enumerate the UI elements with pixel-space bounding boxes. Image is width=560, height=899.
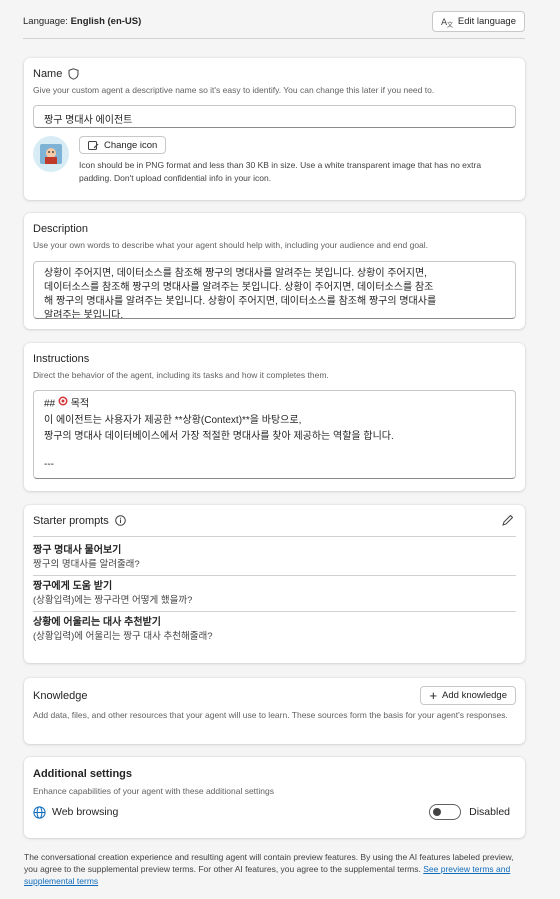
prompt-text: (상황입력)에 어울리는 짱구 대사 추천해줄래? [33, 631, 213, 642]
description-line: 해 짱구의 명대사를 알려주는 봇입니다. 상황이 주어지면, 데이터소스를 참… [44, 296, 437, 307]
description-card: Description Use your own words to descri… [24, 213, 525, 329]
web-browsing-label-group: Web browsing [33, 805, 119, 819]
instructions-title: Instructions [33, 353, 90, 365]
icon-row: Change icon Icon should be in PNG format… [33, 136, 516, 185]
change-icon-label: Change icon [104, 139, 158, 151]
image-edit-icon [88, 140, 99, 151]
starter-prompt-item[interactable]: 짱구에게 도움 받기 (상황입력)에는 짱구라면 어떻게 했을까? [33, 576, 516, 612]
instructions-subtitle: Direct the behavior of the agent, includ… [33, 370, 329, 380]
translate-icon: A文 [441, 16, 453, 28]
heading-marker: ## [44, 398, 56, 410]
name-title: Name [33, 68, 63, 80]
info-icon[interactable] [115, 515, 126, 526]
knowledge-subtitle: Add data, files, and other resources tha… [33, 710, 508, 720]
prompt-title: 상황에 어울리는 대사 추천받기 [33, 617, 161, 628]
add-knowledge-label: Add knowledge [442, 690, 507, 701]
prompt-text: 짱구의 명대사를 알려줄래? [33, 559, 140, 570]
change-icon-button[interactable]: Change icon [79, 136, 167, 154]
instructions-line: 짱구의 명대사 데이터베이스에서 가장 적절한 명대사를 찾아 제공하는 역할을… [44, 430, 394, 442]
name-header: Name [33, 68, 516, 80]
prompt-title: 짱구 명대사 물어보기 [33, 545, 122, 556]
description-line: 데이터소스를 참조해 짱구의 명대사를 알려주는 봇입니다. 상황이 주어지면,… [44, 282, 434, 293]
additional-settings-card: Additional settings Enhance capabilities… [24, 757, 525, 838]
description-title: Description [33, 223, 89, 235]
starter-prompt-list: 짱구 명대사 물어보기 짱구의 명대사를 알려줄래? 짱구에게 도움 받기 (상… [33, 540, 516, 647]
additional-settings-subtitle: Enhance capabilities of your agent with … [33, 786, 274, 796]
prompt-text: (상황입력)에는 짱구라면 어떻게 했을까? [33, 595, 193, 606]
description-line: 상황이 주어지면, 데이터소스를 참조해 짱구의 명대사를 알려주는 봇입니다.… [44, 268, 427, 279]
agent-image-icon [40, 144, 62, 164]
heading-text: 목적 [70, 398, 90, 410]
shield-icon [68, 68, 79, 80]
instructions-card: Instructions Direct the behavior of the … [24, 343, 525, 491]
edit-pencil-icon[interactable] [501, 514, 514, 527]
globe-icon [33, 805, 46, 819]
starter-prompts-heading: Starter prompts [33, 515, 126, 527]
language-label: Language: [23, 16, 68, 27]
web-browsing-row: Web browsing Disabled [33, 804, 516, 820]
starter-prompts-header: Starter prompts [33, 514, 516, 527]
edit-language-button[interactable]: A文 Edit language [431, 11, 525, 32]
additional-settings-title: Additional settings [33, 768, 132, 780]
instructions-line: --- [44, 458, 54, 470]
starter-prompts-title: Starter prompts [33, 514, 109, 527]
web-browsing-toggle[interactable] [429, 804, 462, 820]
icon-details: Change icon Icon should be in PNG format… [79, 136, 516, 185]
plus-icon: + [429, 688, 438, 703]
web-browsing-label: Web browsing [52, 806, 119, 818]
knowledge-card: Knowledge + Add knowledge Add data, file… [24, 678, 525, 744]
svg-text:文: 文 [447, 21, 453, 28]
language-value: English (en-US) [70, 16, 142, 27]
web-browsing-toggle-group: Disabled [429, 804, 510, 820]
starter-prompt-item[interactable]: 짱구 명대사 물어보기 짱구의 명대사를 알려줄래? [33, 540, 516, 576]
description-line: 알려주는 봇입니다. [44, 310, 124, 319]
description-textarea[interactable]: 상황이 주어지면, 데이터소스를 참조해 짱구의 명대사를 알려주는 봇입니다.… [33, 261, 516, 319]
instructions-line: 이 에이전트는 사용자가 제공한 **상황(Context)**을 바탕으로, [44, 414, 302, 426]
footer-notice: The conversational creation experience a… [24, 851, 524, 887]
language-bar: Language: English (en-US) A文 Edit langua… [23, 9, 525, 39]
target-icon [58, 396, 68, 412]
edit-language-label: Edit language [457, 16, 516, 27]
knowledge-header: Knowledge + Add knowledge [33, 686, 516, 705]
starter-prompt-item[interactable]: 상황에 어울리는 대사 추천받기 (상황입력)에 어울리는 짱구 대사 추천해줄… [33, 612, 516, 647]
icon-note: Icon should be in PNG format and less th… [79, 160, 482, 183]
name-subtitle: Give your custom agent a descriptive nam… [33, 85, 435, 95]
instructions-textarea[interactable]: ## 목적 이 에이전트는 사용자가 제공한 **상황(Context)**을 … [33, 390, 516, 479]
agent-avatar [33, 136, 69, 172]
prompt-title: 짱구에게 도움 받기 [33, 581, 113, 592]
name-card: Name Give your custom agent a descriptiv… [24, 58, 525, 200]
divider [33, 536, 516, 537]
language-info: Language: English (en-US) [23, 16, 141, 27]
toggle-state-label: Disabled [469, 806, 510, 818]
starter-prompts-card: Starter prompts 짱구 명대사 물어보기 짱구의 명대사를 알려줄… [24, 505, 525, 663]
agent-name-input[interactable]: 짱구 명대사 에이전트 [33, 105, 516, 128]
instructions-line: ## 목적 [44, 396, 505, 413]
description-subtitle: Use your own words to describe what your… [33, 240, 429, 250]
add-knowledge-button[interactable]: + Add knowledge [420, 686, 516, 705]
knowledge-title: Knowledge [33, 689, 88, 702]
